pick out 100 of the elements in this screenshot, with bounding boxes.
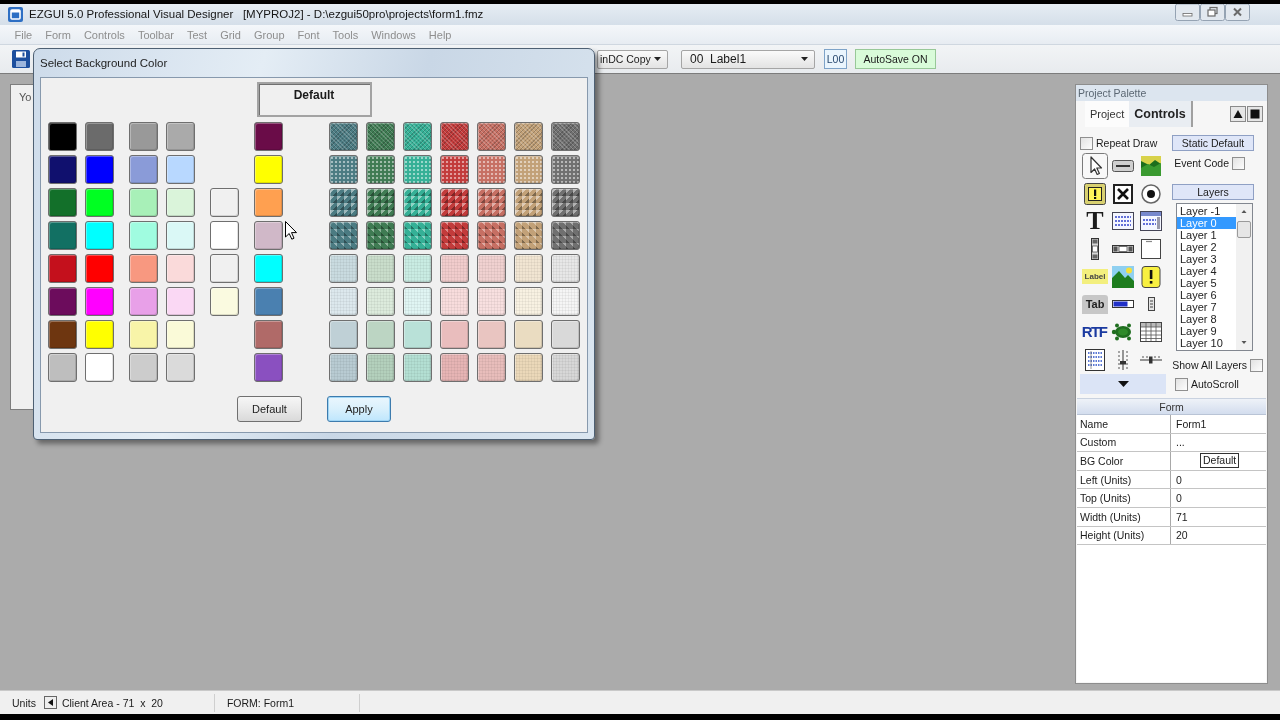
color-swatch[interactable]	[210, 287, 239, 316]
exclamation-icon[interactable]	[1138, 263, 1164, 290]
arrow-left-icon[interactable]	[43, 696, 57, 709]
color-swatch[interactable]	[403, 188, 432, 217]
checkbox[interactable]	[1232, 156, 1245, 170]
arrow-pointer-icon[interactable]	[1082, 153, 1108, 179]
color-swatch[interactable]	[48, 155, 77, 184]
color-swatch[interactable]	[48, 122, 77, 151]
color-swatch[interactable]	[329, 155, 358, 184]
exclamation-frame-icon[interactable]	[1082, 180, 1108, 207]
color-swatch[interactable]	[366, 122, 395, 151]
tab-tool[interactable]: Tab	[1081, 294, 1109, 314]
color-swatch[interactable]	[403, 221, 432, 250]
list-item[interactable]: Layer 5	[1177, 277, 1236, 289]
dialog-button[interactable]: Default	[237, 396, 302, 422]
control-dropdown[interactable]: 00 Label1	[681, 49, 815, 69]
list-item[interactable]: Layer 10	[1177, 337, 1236, 349]
color-swatch[interactable]	[366, 221, 395, 250]
color-swatch[interactable]	[551, 155, 580, 184]
scrollbar[interactable]	[1236, 204, 1252, 350]
color-swatch[interactable]	[129, 221, 158, 250]
color-swatch[interactable]	[551, 320, 580, 349]
color-swatch[interactable]	[254, 188, 283, 217]
color-swatch[interactable]	[403, 122, 432, 151]
color-swatch[interactable]	[514, 353, 543, 382]
triangle-up-icon[interactable]	[1230, 106, 1246, 122]
text-tool[interactable]: T	[1085, 209, 1105, 234]
color-swatch[interactable]	[254, 353, 283, 382]
checkbox[interactable]	[1250, 358, 1263, 372]
color-swatch[interactable]	[403, 353, 432, 382]
color-swatch[interactable]	[329, 221, 358, 250]
restore-icon[interactable]	[1200, 4, 1225, 21]
color-swatch[interactable]	[48, 287, 77, 316]
list-item[interactable]: Layer 4	[1177, 265, 1236, 277]
color-swatch[interactable]	[166, 254, 195, 283]
color-swatch[interactable]	[514, 287, 543, 316]
color-swatch[interactable]	[254, 221, 283, 250]
color-swatch[interactable]	[403, 320, 432, 349]
color-swatch[interactable]	[129, 320, 158, 349]
color-swatch[interactable]	[48, 221, 77, 250]
color-swatch[interactable]	[48, 254, 77, 283]
color-swatch[interactable]	[551, 287, 580, 316]
static-default-button[interactable]: Static Default	[1172, 135, 1254, 151]
color-swatch[interactable]	[166, 221, 195, 250]
color-swatch[interactable]	[514, 155, 543, 184]
color-swatch[interactable]	[366, 155, 395, 184]
color-swatch[interactable]	[440, 353, 469, 382]
picture-icon[interactable]	[1110, 263, 1136, 290]
color-swatch[interactable]	[48, 320, 77, 349]
color-swatch[interactable]	[366, 188, 395, 217]
tab[interactable]: Project	[1085, 101, 1130, 127]
color-swatch[interactable]	[129, 254, 158, 283]
color-swatch[interactable]	[477, 320, 506, 349]
tab[interactable]: Controls	[1129, 101, 1193, 127]
color-swatch[interactable]	[166, 287, 195, 316]
color-swatch[interactable]	[85, 254, 114, 283]
color-swatch[interactable]	[440, 122, 469, 151]
color-swatch[interactable]	[254, 287, 283, 316]
color-swatch[interactable]	[85, 320, 114, 349]
color-swatch[interactable]	[403, 155, 432, 184]
color-swatch[interactable]	[210, 254, 239, 283]
color-swatch[interactable]	[85, 287, 114, 316]
color-swatch[interactable]	[477, 155, 506, 184]
checkbox[interactable]	[1080, 136, 1093, 150]
label-tool[interactable]: Label	[1081, 269, 1109, 285]
checkbox[interactable]	[1175, 377, 1188, 391]
color-swatch[interactable]	[129, 353, 158, 382]
color-swatch[interactable]	[85, 155, 114, 184]
color-swatch[interactable]	[85, 122, 114, 151]
color-swatch[interactable]	[366, 353, 395, 382]
color-swatch[interactable]	[85, 353, 114, 382]
list-item[interactable]: Layer 2	[1177, 241, 1236, 253]
color-swatch[interactable]	[477, 287, 506, 316]
expand-button[interactable]	[1080, 374, 1166, 394]
color-swatch[interactable]	[329, 287, 358, 316]
color-swatch[interactable]	[329, 254, 358, 283]
autosave-button[interactable]: AutoSave ON	[855, 49, 936, 69]
list-item[interactable]: Layer 9	[1177, 325, 1236, 337]
landscape-icon[interactable]	[1138, 153, 1164, 179]
list-item[interactable]: Layer 6	[1177, 289, 1236, 301]
close-icon[interactable]	[1225, 4, 1250, 21]
color-swatch[interactable]	[440, 188, 469, 217]
color-swatch[interactable]	[440, 287, 469, 316]
layers-button[interactable]: Layers	[1172, 184, 1254, 200]
color-swatch[interactable]	[403, 287, 432, 316]
color-swatch[interactable]	[254, 155, 283, 184]
color-swatch[interactable]	[366, 254, 395, 283]
list-item[interactable]: Layer 1	[1177, 229, 1236, 241]
color-swatch[interactable]	[254, 254, 283, 283]
square-icon[interactable]	[1247, 106, 1263, 122]
color-swatch[interactable]	[129, 122, 158, 151]
color-swatch[interactable]	[166, 155, 195, 184]
color-swatch[interactable]	[551, 188, 580, 217]
dialog-button[interactable]: Apply	[326, 396, 391, 422]
color-swatch[interactable]	[366, 320, 395, 349]
color-swatch[interactable]	[440, 155, 469, 184]
list-item[interactable]: Layer 7	[1177, 301, 1236, 313]
list-item[interactable]: Layer 3	[1177, 253, 1236, 265]
color-swatch[interactable]	[166, 188, 195, 217]
color-swatch[interactable]	[48, 353, 77, 382]
